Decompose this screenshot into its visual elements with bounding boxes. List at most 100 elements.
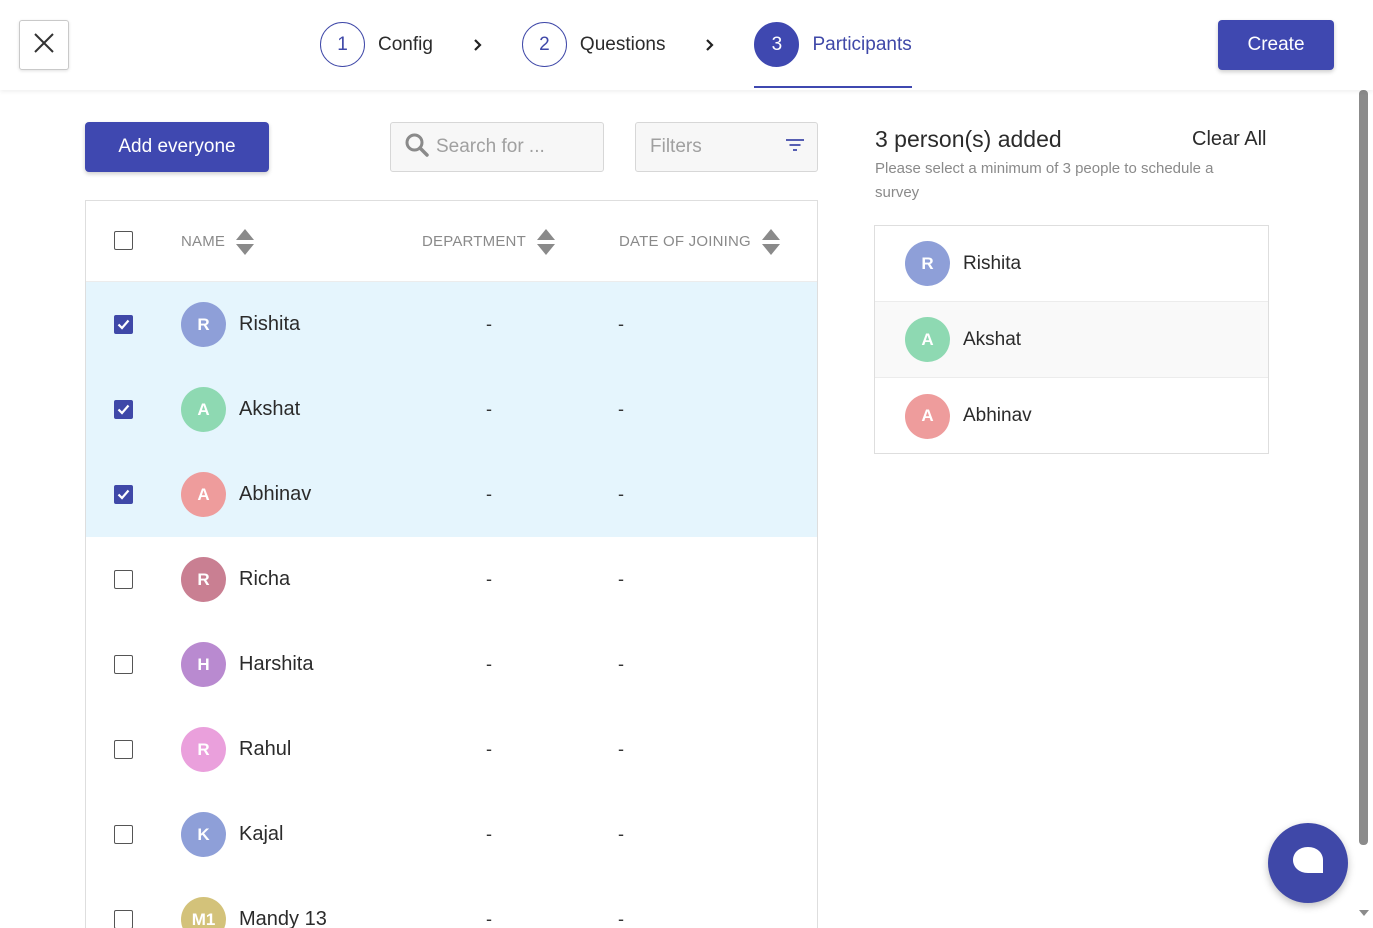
avatar: A [905,317,950,362]
participant-date-of-joining: - [618,654,624,674]
filters-dropdown[interactable]: Filters [635,122,818,172]
participant-date-of-joining: - [618,909,624,928]
participant-name: Richa [239,568,291,590]
step-questions[interactable]: 2 Questions [521,22,666,67]
participant-name: Harshita [239,653,314,675]
selected-participant-item[interactable]: A Abhinav [875,378,1268,454]
step-number: 1 [320,22,365,67]
table-row[interactable]: R Rahul - - [86,707,817,792]
search-box[interactable] [390,122,604,172]
step-label: Questions [579,33,666,55]
step-number: 3 [754,22,800,67]
table-row[interactable]: K Kajal - - [86,792,817,877]
select-all-checkbox[interactable] [114,231,133,250]
participant-name: Akshat [239,398,301,420]
step-config[interactable]: 1 Config [320,22,433,67]
participant-department: - [486,909,492,928]
sort-icon[interactable] [536,227,556,257]
chevron-right-icon [454,22,502,67]
participant-date-of-joining: - [618,824,624,844]
table-row[interactable]: R Richa - - [86,537,817,622]
row-checkbox[interactable] [114,910,133,928]
row-checkbox[interactable] [114,825,133,844]
column-name[interactable]: NAME [181,201,255,282]
table-row[interactable]: A Abhinav - - [86,452,817,537]
participant-department: - [486,739,492,759]
participant-date-of-joining: - [618,314,624,334]
column-label: NAME [181,233,226,250]
participant-name: Rahul [239,738,292,760]
step-label: Participants [812,33,912,55]
participant-name: Abhinav [239,483,312,505]
add-everyone-button[interactable]: Add everyone [85,122,269,172]
avatar: A [905,393,950,439]
avatar: A [181,472,226,517]
chat-icon [1291,846,1325,881]
search-icon [404,132,430,163]
chevron-right-icon [686,22,734,67]
scroll-down-arrow-icon[interactable] [1357,906,1371,920]
participant-date-of-joining: - [618,569,624,589]
step-participants[interactable]: 3 Participants [754,22,913,88]
step-label: Config [378,33,433,55]
avatar: A [181,387,226,432]
participant-name: Mandy 13 [239,908,327,928]
column-date-of-joining[interactable]: DATE OF JOINING [619,201,781,282]
table-row[interactable]: H Harshita - - [86,622,817,707]
close-button[interactable] [19,20,69,70]
row-checkbox[interactable] [114,570,133,589]
participant-department: - [486,824,492,844]
column-label: DEPARTMENT [422,233,526,250]
sort-icon[interactable] [761,227,781,257]
row-checkbox[interactable] [114,740,133,759]
row-checkbox[interactable] [114,315,133,334]
sort-icon[interactable] [235,227,255,257]
step-number: 2 [521,22,567,67]
avatar: R [181,302,226,347]
table-body: R Rishita - - A Akshat - - A Abhinav - - R Richa - - H Ha… [86,282,817,928]
participant-date-of-joining: - [618,484,624,504]
avatar: R [905,241,950,286]
row-checkbox[interactable] [114,655,133,674]
participant-department: - [486,484,492,504]
avatar: K [181,812,226,857]
row-checkbox[interactable] [114,485,133,504]
close-icon [33,32,55,59]
participants-table: NAME DEPARTMENT DATE OF JOINING R Rishita… [85,200,818,928]
avatar: H [181,642,226,687]
create-button[interactable]: Create [1218,20,1334,70]
participant-name: Rishita [239,313,301,335]
clear-all-button[interactable]: Clear All [1192,128,1266,151]
avatar: M1 [181,897,226,928]
scrollbar-thumb[interactable] [1359,90,1368,845]
column-department[interactable]: DEPARTMENT [422,201,556,282]
stepper: 1 Config 2 Questions 3 Participants [320,22,913,88]
column-label: DATE OF JOINING [619,233,751,250]
table-row[interactable]: M1 Mandy 13 - - [86,877,817,928]
summary-hint: Please select a minimum of 3 people to s… [875,160,1214,201]
summary-title: 3 person(s) added [875,126,1062,152]
participant-department: - [486,569,492,589]
avatar: R [181,727,226,772]
chat-button[interactable] [1268,823,1348,903]
participant-date-of-joining: - [618,399,624,419]
selected-participant-item[interactable]: R Rishita [875,226,1268,302]
selected-participants-list: R Rishita A Akshat A Abhinav [874,225,1269,454]
selected-participant-name: Abhinav [963,405,1032,426]
table-row[interactable]: R Rishita - - [86,282,817,367]
filter-icon [785,136,805,158]
participant-department: - [486,654,492,674]
filters-label: Filters [650,136,702,157]
participant-date-of-joining: - [618,739,624,759]
participant-department: - [486,314,492,334]
avatar: R [181,557,226,602]
selected-participant-name: Akshat [963,328,1022,350]
participant-department: - [486,399,492,419]
table-header: NAME DEPARTMENT DATE OF JOINING [86,201,817,282]
row-checkbox[interactable] [114,400,133,419]
search-input[interactable] [436,136,596,158]
participant-name: Kajal [239,823,284,845]
table-row[interactable]: A Akshat - - [86,367,817,452]
selected-participant-item[interactable]: A Akshat [875,302,1268,378]
top-header: 1 Config 2 Questions 3 Participants Crea… [0,0,1373,90]
